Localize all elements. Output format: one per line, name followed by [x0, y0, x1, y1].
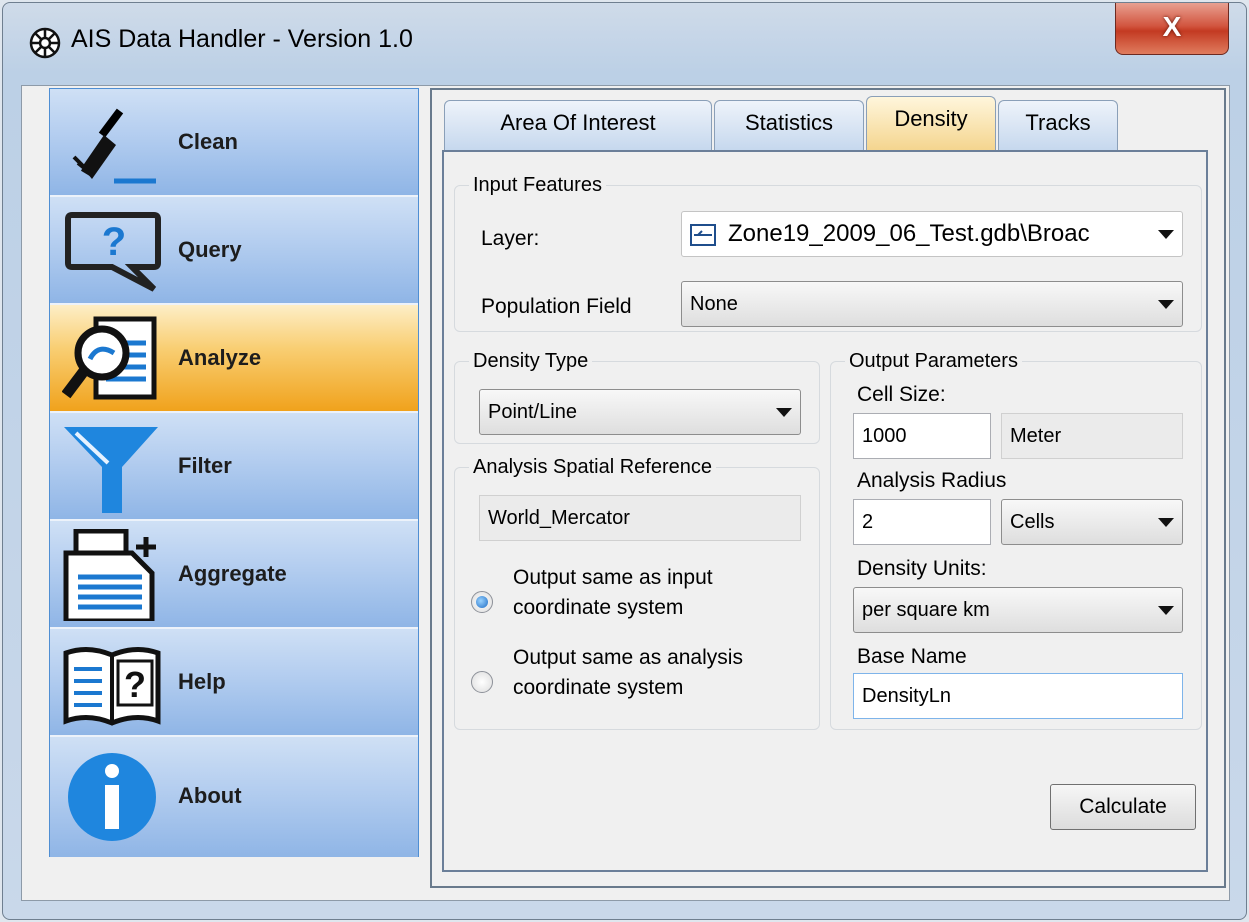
funnel-icon: [64, 427, 158, 513]
magnifier-document-icon: [62, 316, 157, 400]
tab-panel: Area Of Interest Statistics Density Trac…: [430, 88, 1226, 888]
analysis-radius-input[interactable]: 2: [853, 499, 991, 545]
output-parameters-group: Output Parameters Cell Size: 1000 Meter …: [830, 350, 1202, 730]
sidebar-item-label: Aggregate: [178, 561, 287, 586]
app-window: AIS Data Handler - Version 1.0 X Clean ?: [2, 2, 1247, 920]
sidebar-item-label: Help: [178, 669, 226, 694]
radius-unit-value: Cells: [1010, 511, 1055, 533]
calculate-button[interactable]: Calculate: [1050, 784, 1196, 830]
radius-unit-combobox[interactable]: Cells: [1001, 499, 1183, 545]
density-units-label: Density Units:: [857, 557, 987, 580]
density-type-group: Density Type Point/Line: [454, 350, 820, 444]
close-button[interactable]: X: [1115, 3, 1229, 55]
sidebar-item-label: Filter: [178, 453, 232, 478]
svg-text:?: ?: [102, 220, 126, 264]
sidebar-item-help[interactable]: ? Help: [50, 629, 418, 737]
tab-area-of-interest[interactable]: Area Of Interest: [444, 100, 712, 150]
cell-size-input[interactable]: 1000: [853, 413, 991, 459]
population-field-value: None: [690, 293, 738, 315]
add-document-icon: [63, 529, 156, 621]
chevron-down-icon: [776, 408, 792, 417]
density-type-combobox[interactable]: Point/Line: [479, 389, 801, 435]
chevron-down-icon: [1158, 230, 1174, 239]
output-input-cs-radio[interactable]: [471, 591, 493, 613]
line-layer-icon: [690, 224, 716, 246]
density-units-combobox[interactable]: per square km: [853, 587, 1183, 633]
book-question-icon: ?: [63, 647, 161, 726]
output-analysis-cs-label-2[interactable]: coordinate system: [513, 673, 683, 703]
window-title: AIS Data Handler - Version 1.0: [71, 25, 413, 53]
population-field-label: Population Field: [481, 295, 632, 318]
sidebar: Clean ? Query Analyze Filter Aggregate ?…: [49, 88, 419, 857]
client-area: Clean ? Query Analyze Filter Aggregate ?…: [21, 85, 1230, 901]
output-input-cs-label-1[interactable]: Output same as input: [513, 563, 713, 593]
base-name-input[interactable]: DensityLn: [853, 673, 1183, 719]
sidebar-item-label: About: [178, 783, 242, 808]
output-parameters-legend: Output Parameters: [849, 350, 1018, 372]
chevron-down-icon: [1158, 518, 1174, 527]
sidebar-item-label: Clean: [178, 129, 238, 154]
chevron-down-icon: [1158, 606, 1174, 615]
svg-text:?: ?: [124, 664, 146, 705]
layer-label: Layer:: [481, 227, 540, 250]
sidebar-item-label: Analyze: [178, 345, 262, 370]
sidebar-item-clean[interactable]: Clean: [50, 89, 418, 197]
chevron-down-icon: [1158, 300, 1174, 309]
spatial-reference-legend: Analysis Spatial Reference: [473, 456, 713, 478]
app-logo-icon: [29, 27, 61, 59]
base-name-label: Base Name: [857, 645, 967, 668]
sidebar-item-aggregate[interactable]: Aggregate: [50, 521, 418, 629]
population-field-combobox[interactable]: None: [681, 281, 1183, 327]
sidebar-item-analyze[interactable]: Analyze: [50, 305, 418, 413]
tab-tracks[interactable]: Tracks: [998, 100, 1118, 150]
layer-combobox[interactable]: Zone19_2009_06_Test.gdb\Broac: [681, 211, 1183, 257]
question-bubble-icon: ?: [65, 212, 161, 292]
sidebar-item-about[interactable]: About: [50, 737, 418, 857]
analysis-radius-label: Analysis Radius: [857, 469, 1007, 492]
info-icon: [68, 753, 156, 841]
sidebar-item-filter[interactable]: Filter: [50, 413, 418, 521]
tab-density[interactable]: Density: [866, 96, 996, 152]
density-type-legend: Density Type: [473, 350, 589, 372]
density-type-value: Point/Line: [488, 401, 577, 423]
sidebar-item-label: Query: [178, 237, 242, 262]
input-features-group: Input Features Layer: Zone19_2009_06_Tes…: [454, 174, 1202, 332]
output-analysis-cs-label-1[interactable]: Output same as analysis: [513, 643, 743, 673]
broom-icon: [72, 108, 156, 184]
layer-value: Zone19_2009_06_Test.gdb\Broac: [728, 220, 1090, 247]
sidebar-item-query[interactable]: ? Query: [50, 197, 418, 305]
cell-size-label: Cell Size:: [857, 383, 946, 406]
output-analysis-cs-radio[interactable]: [471, 671, 493, 693]
title-bar: AIS Data Handler - Version 1.0 X: [3, 3, 1246, 83]
spatial-reference-group: Analysis Spatial Reference World_Mercato…: [454, 456, 820, 730]
density-tab-content: Input Features Layer: Zone19_2009_06_Tes…: [442, 150, 1208, 872]
tab-statistics[interactable]: Statistics: [714, 100, 864, 150]
output-input-cs-label-2[interactable]: coordinate system: [513, 593, 683, 623]
input-features-legend: Input Features: [473, 174, 602, 196]
density-units-value: per square km: [862, 599, 990, 621]
cell-size-unit: Meter: [1001, 413, 1183, 459]
spatial-reference-field: World_Mercator: [479, 495, 801, 541]
